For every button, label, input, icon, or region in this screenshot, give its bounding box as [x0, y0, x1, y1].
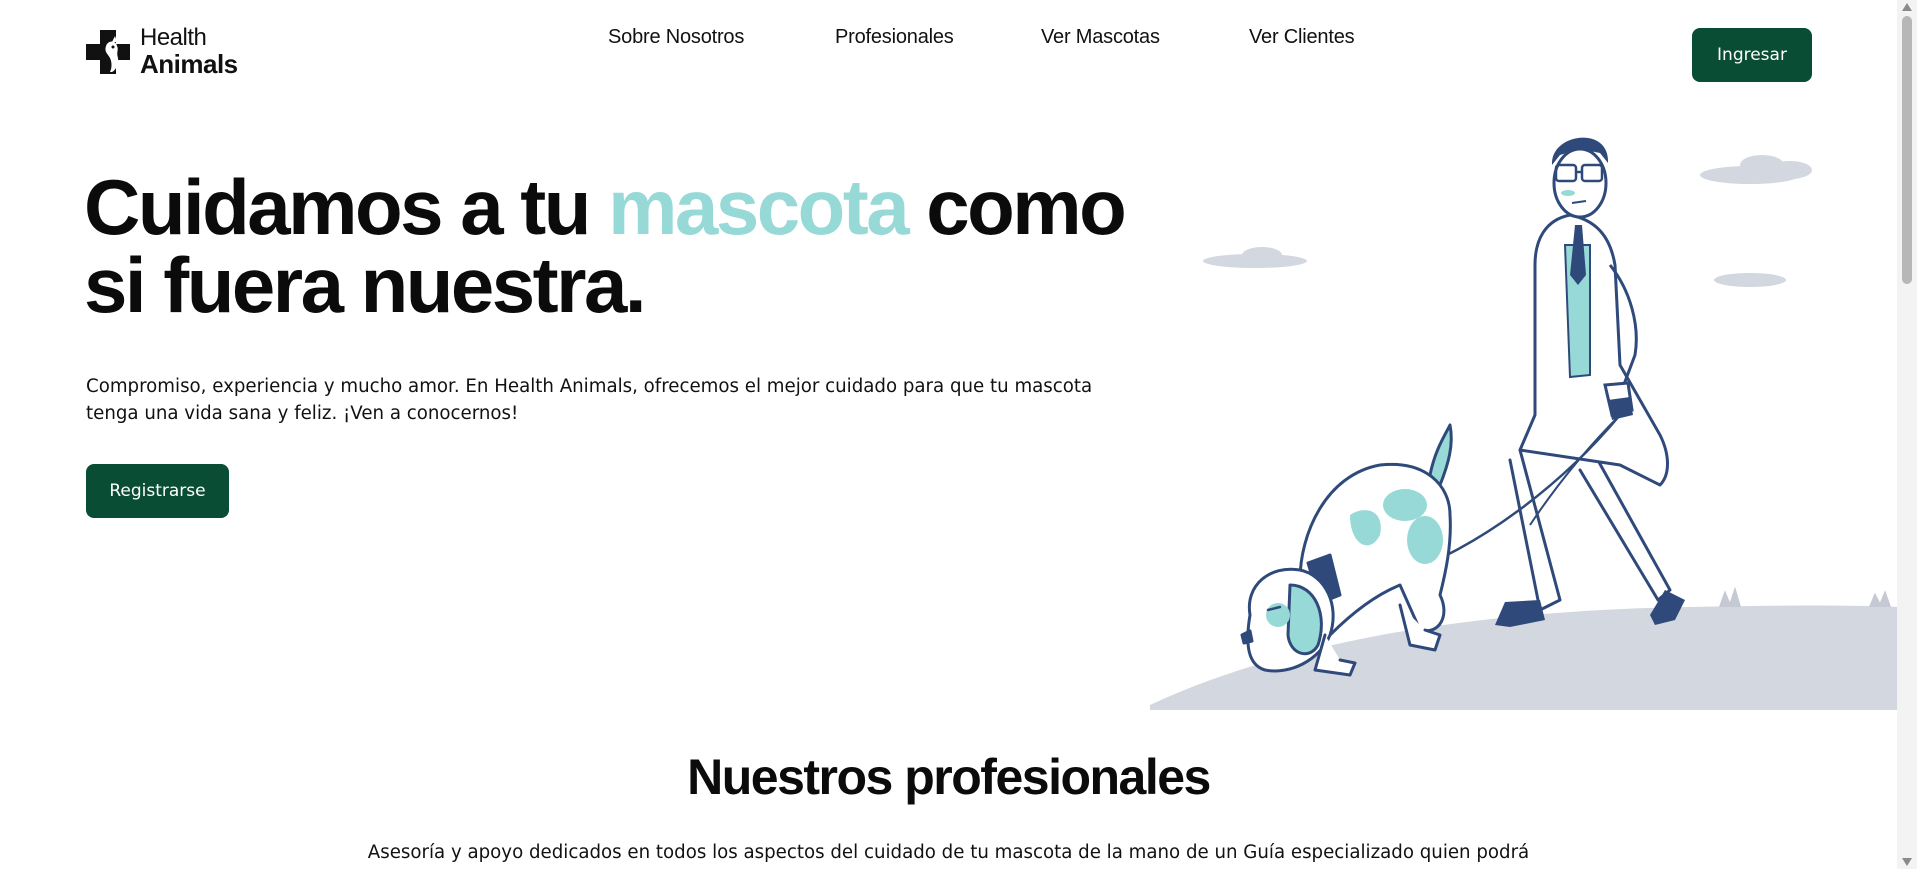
grass-tuft — [1719, 586, 1741, 608]
dog-illustration — [1240, 423, 1453, 677]
hero-title: Cuidamos a tu mascota como si fuera nues… — [84, 168, 1144, 324]
page: Health Animals Sobre Nosotros Profesiona… — [0, 0, 1897, 869]
vet-walking-dog-illustration — [1150, 137, 1897, 710]
scroll-down-arrow-icon[interactable] — [1902, 858, 1912, 866]
vet-head — [1552, 147, 1608, 219]
professionals-subtitle: Asesoría y apoyo dedicados en todos los … — [367, 842, 1530, 863]
hero-title-part1: Cuidamos a tu — [84, 163, 609, 251]
cloud-icon — [1203, 155, 1812, 287]
dog-tail — [1428, 423, 1453, 487]
vertical-scrollbar[interactable] — [1897, 0, 1917, 869]
main-nav: Sobre Nosotros Profesionales Ver Mascota… — [0, 26, 1897, 56]
nav-link-profesionales[interactable]: Profesionales — [835, 26, 954, 49]
grass-tuft — [1869, 590, 1891, 608]
scroll-up-arrow-icon[interactable] — [1902, 3, 1912, 11]
professionals-title: Nuestros profesionales — [687, 749, 1211, 805]
register-button[interactable]: Registrarse — [86, 464, 229, 518]
hero-title-accent: mascota — [608, 163, 910, 251]
hero-subtitle: Compromiso, experiencia y mucho amor. En… — [86, 376, 1093, 424]
dog-nose — [1240, 629, 1254, 645]
login-button[interactable]: Ingresar — [1692, 28, 1812, 82]
scrollbar-thumb[interactable] — [1902, 16, 1912, 284]
nav-link-sobre-nosotros[interactable]: Sobre Nosotros — [608, 26, 744, 49]
nav-link-ver-clientes[interactable]: Ver Clientes — [1249, 26, 1355, 49]
nav-link-ver-mascotas[interactable]: Ver Mascotas — [1041, 26, 1160, 49]
